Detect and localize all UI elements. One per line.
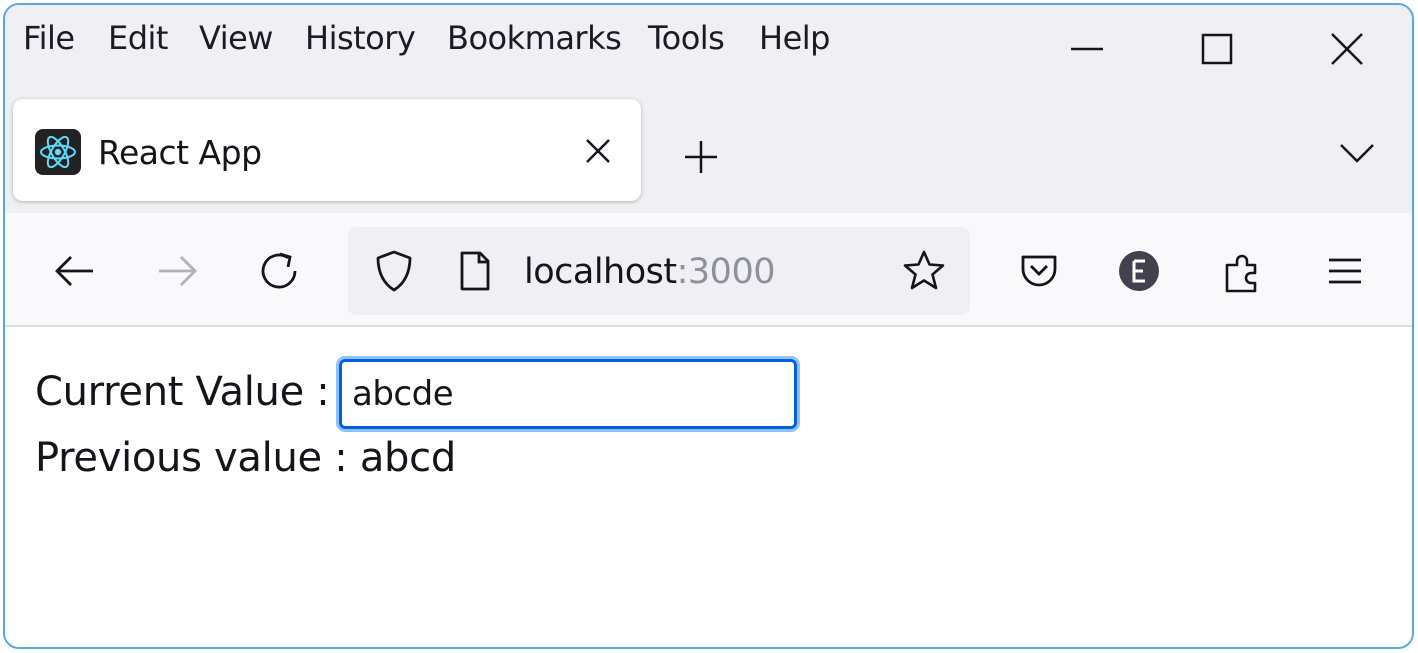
account-avatar-icon	[1119, 251, 1159, 291]
menu-bookmarks[interactable]: Bookmarks	[447, 19, 622, 57]
maximize-icon	[1201, 33, 1233, 65]
reload-button[interactable]	[255, 247, 303, 295]
page-icon[interactable]	[450, 247, 498, 295]
address-bar[interactable]: localhost:3000	[348, 227, 970, 315]
url-text[interactable]: localhost:3000	[524, 252, 775, 292]
current-value-input[interactable]	[336, 356, 800, 432]
menu-help[interactable]: Help	[759, 19, 830, 57]
close-icon	[1331, 33, 1363, 65]
menu-view[interactable]: View	[199, 19, 273, 57]
pocket-button[interactable]	[1015, 247, 1063, 295]
menu-history[interactable]: History	[305, 19, 416, 57]
minimize-icon	[1071, 47, 1103, 51]
new-tab-icon[interactable]	[677, 133, 725, 181]
shield-icon[interactable]	[370, 247, 418, 295]
forward-button[interactable]	[153, 247, 201, 295]
hamburger-menu-icon	[1329, 258, 1361, 284]
maximize-button[interactable]	[1187, 19, 1247, 79]
minimize-button[interactable]	[1057, 19, 1117, 79]
star-icon[interactable]	[900, 247, 948, 295]
account-button[interactable]	[1115, 247, 1163, 295]
current-value-label: Current Value :	[35, 369, 330, 415]
chevron-down-icon[interactable]	[1333, 133, 1381, 173]
close-window-button[interactable]	[1317, 19, 1377, 79]
react-logo-icon	[35, 129, 81, 175]
previous-value-line: Previous value : abcd	[35, 435, 456, 481]
previous-value-text: abcd	[359, 435, 456, 481]
menu-edit[interactable]: Edit	[108, 19, 168, 57]
puzzle-piece-icon	[1225, 254, 1257, 293]
close-tab-icon[interactable]	[578, 131, 618, 171]
arrow-right-icon	[159, 256, 197, 286]
tab-react-app[interactable]: React App	[13, 99, 641, 201]
tab-strip: React App	[5, 97, 1412, 213]
url-host: localhost	[524, 252, 677, 292]
url-port: :3000	[676, 252, 776, 292]
browser-window: File Edit View History Bookmarks Tools H…	[3, 3, 1414, 649]
arrow-left-icon	[55, 256, 93, 286]
navigation-toolbar: localhost:3000	[5, 213, 1412, 327]
reload-icon	[261, 252, 297, 289]
previous-value-label: Previous value :	[35, 435, 348, 481]
tab-title: React App	[98, 133, 262, 172]
app-menu-button[interactable]	[1321, 247, 1369, 295]
menu-tools[interactable]: Tools	[648, 19, 725, 57]
menu-file[interactable]: File	[23, 19, 75, 57]
page-content: Current Value : Previous value : abcd	[5, 329, 1412, 647]
back-button[interactable]	[51, 247, 99, 295]
pocket-icon	[1021, 255, 1057, 287]
extensions-button[interactable]	[1219, 247, 1267, 295]
menu-bar: File Edit View History Bookmarks Tools H…	[5, 5, 1412, 97]
